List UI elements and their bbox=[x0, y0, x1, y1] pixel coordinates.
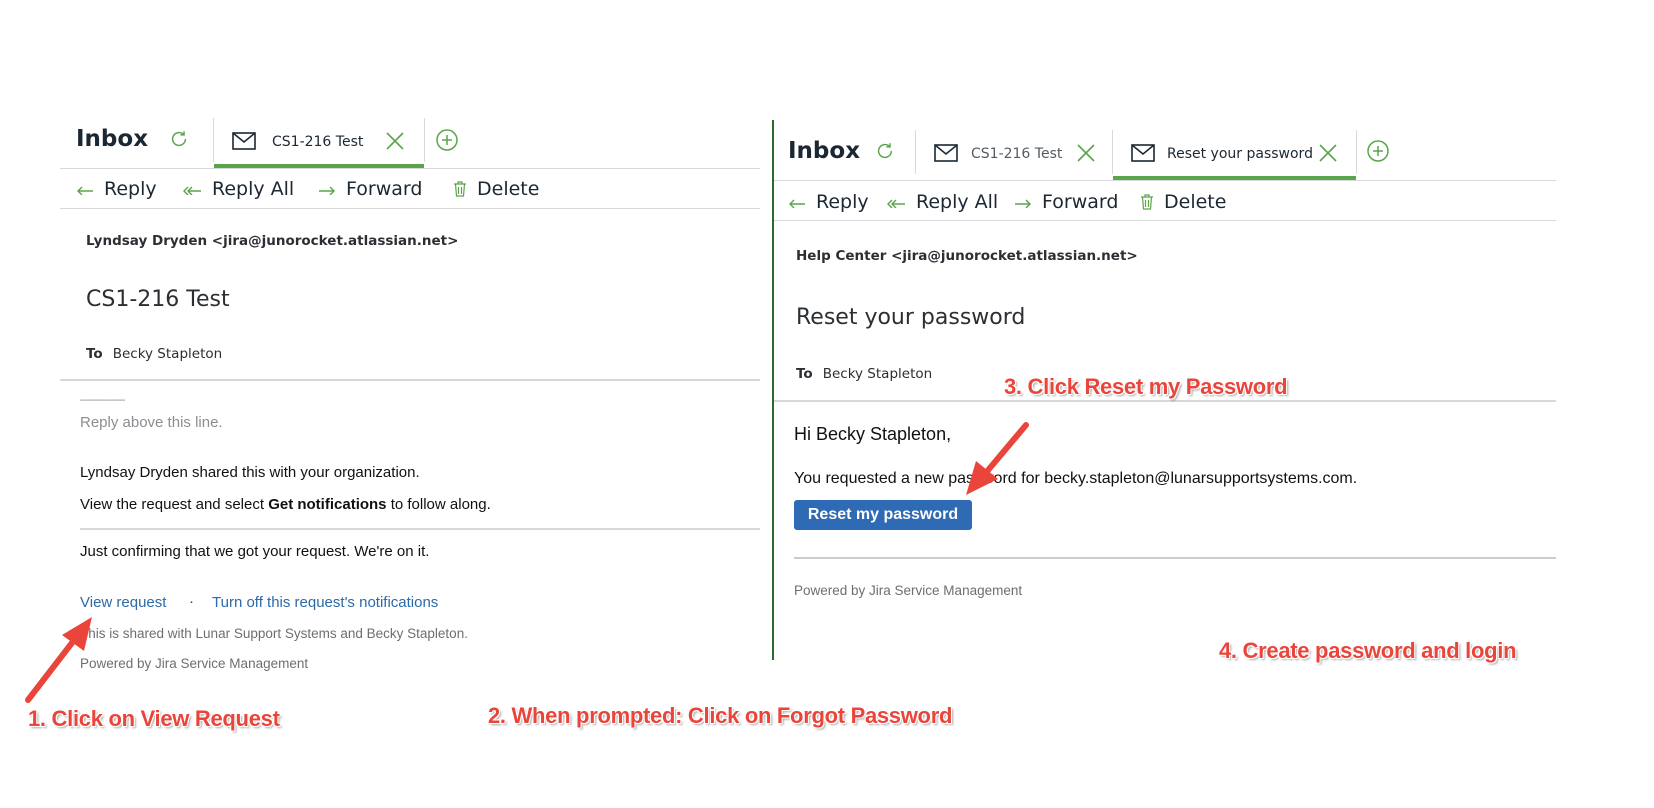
view-request-instructions: View the request and select Get notifica… bbox=[80, 496, 491, 513]
delete-button[interactable]: Delete bbox=[453, 178, 539, 200]
forward-button[interactable]: Forward bbox=[1014, 191, 1118, 213]
arrow-to-reset-button bbox=[966, 422, 1029, 495]
refresh-icon[interactable] bbox=[874, 140, 896, 162]
tab-label: CS1-216 Test bbox=[272, 134, 364, 150]
to-label: To bbox=[86, 346, 103, 362]
reply-all-icon bbox=[887, 199, 905, 208]
reply-label: Reply bbox=[816, 191, 869, 213]
forward-button[interactable]: Forward bbox=[318, 178, 422, 200]
reply-all-icon bbox=[183, 186, 201, 195]
add-tab-icon[interactable] bbox=[1366, 139, 1390, 163]
shared-line: Lyndsay Dryden shared this with your org… bbox=[80, 464, 420, 481]
powered-by: Powered by Jira Service Management bbox=[80, 656, 309, 671]
to-label: To bbox=[796, 366, 813, 382]
divider bbox=[80, 528, 760, 530]
tab-bar: Inbox CS1-216 Test bbox=[60, 112, 760, 169]
recipient-row: To Becky Stapleton bbox=[86, 346, 222, 362]
reset-my-password-button[interactable]: Reset my password bbox=[794, 500, 972, 530]
divider bbox=[424, 118, 425, 162]
message-toolbar: Reply Reply All Forward Delete bbox=[60, 168, 760, 209]
view-request-link[interactable]: View request bbox=[80, 594, 166, 611]
divider bbox=[774, 400, 1556, 402]
email-window-left: Inbox CS1-216 Test Reply Reply All Forwa… bbox=[60, 112, 760, 687]
inbox-title[interactable]: Inbox bbox=[76, 126, 148, 152]
sender: Help Center <jira@junorocket.atlassian.n… bbox=[796, 248, 1138, 264]
greeting: Hi Becky Stapleton, bbox=[794, 424, 952, 444]
tab-bar: Inbox CS1-216 Test Reset your password bbox=[774, 120, 1556, 181]
link-separator: · bbox=[189, 593, 194, 610]
divider bbox=[794, 557, 1556, 559]
add-tab-icon[interactable] bbox=[435, 128, 459, 152]
instruction-text: to follow along. bbox=[386, 496, 491, 513]
reply-all-button[interactable]: Reply All bbox=[886, 191, 998, 213]
message-toolbar: Reply Reply All Forward Delete bbox=[774, 180, 1556, 221]
mail-icon bbox=[1131, 144, 1155, 162]
arrow-to-view-request bbox=[25, 617, 92, 703]
reply-label: Reply bbox=[104, 178, 157, 200]
annotation-step-3: 3. Click Reset my Password bbox=[1004, 374, 1288, 399]
forward-label: Forward bbox=[346, 178, 423, 200]
sender: Lyndsay Dryden <jira@junorocket.atlassia… bbox=[86, 233, 459, 249]
recipient-row: To Becky Stapleton bbox=[796, 366, 932, 382]
instruction-bold: Get notifications bbox=[268, 496, 387, 513]
confirm-line: Just confirming that we got your request… bbox=[80, 543, 430, 560]
tab-reset-your-password[interactable]: Reset your password bbox=[1113, 120, 1356, 180]
reply-above-line: Reply above this line. bbox=[80, 414, 223, 431]
reply-all-label: Reply All bbox=[916, 191, 999, 213]
trash-icon bbox=[1141, 194, 1153, 210]
reply-icon bbox=[789, 199, 805, 208]
powered-by: Powered by Jira Service Management bbox=[794, 583, 1023, 598]
reply-all-label: Reply All bbox=[212, 178, 295, 200]
reply-all-button[interactable]: Reply All bbox=[182, 178, 294, 200]
forward-icon bbox=[319, 186, 335, 195]
close-tab-icon[interactable] bbox=[1318, 143, 1338, 163]
tab-label: Reset your password bbox=[1167, 146, 1313, 162]
forward-label: Forward bbox=[1042, 191, 1119, 213]
annotation-step-2: 2. When prompted: Click on Forgot Passwo… bbox=[488, 703, 953, 728]
delete-label: Delete bbox=[477, 178, 540, 200]
refresh-icon[interactable] bbox=[168, 128, 190, 150]
reply-marker: ———— bbox=[80, 392, 125, 406]
close-tab-icon[interactable] bbox=[1076, 143, 1096, 163]
mail-icon bbox=[934, 144, 958, 162]
delete-button[interactable]: Delete bbox=[1140, 191, 1226, 213]
reply-icon bbox=[77, 186, 93, 195]
close-tab-icon[interactable] bbox=[385, 131, 405, 151]
annotation-step-4: 4. Create password and login bbox=[1219, 638, 1517, 663]
divider bbox=[60, 379, 760, 381]
inbox-title[interactable]: Inbox bbox=[788, 138, 860, 164]
mail-icon bbox=[232, 132, 256, 150]
requested-line: You requested a new password for becky.s… bbox=[794, 470, 1358, 487]
tab-cs1-216-test[interactable]: CS1-216 Test bbox=[916, 120, 1112, 174]
tab-cs1-216-test[interactable]: CS1-216 Test bbox=[214, 112, 424, 168]
forward-icon bbox=[1015, 199, 1031, 208]
email-subject: Reset your password bbox=[796, 305, 1026, 330]
tab-label: CS1-216 Test bbox=[971, 146, 1063, 162]
instruction-text: View the request and select bbox=[80, 496, 269, 513]
to-value: Becky Stapleton bbox=[112, 346, 223, 362]
delete-label: Delete bbox=[1164, 191, 1227, 213]
reply-button[interactable]: Reply bbox=[76, 178, 157, 200]
to-value: Becky Stapleton bbox=[822, 366, 933, 382]
shared-with-line: This is shared with Lunar Support System… bbox=[80, 626, 468, 641]
turn-off-notifications-link[interactable]: Turn off this request's notifications bbox=[212, 594, 438, 611]
reply-button[interactable]: Reply bbox=[788, 191, 869, 213]
email-subject: CS1-216 Test bbox=[86, 287, 230, 312]
annotation-step-1: 1. Click on View Request bbox=[28, 706, 280, 731]
divider bbox=[1356, 130, 1357, 174]
trash-icon bbox=[454, 181, 466, 197]
